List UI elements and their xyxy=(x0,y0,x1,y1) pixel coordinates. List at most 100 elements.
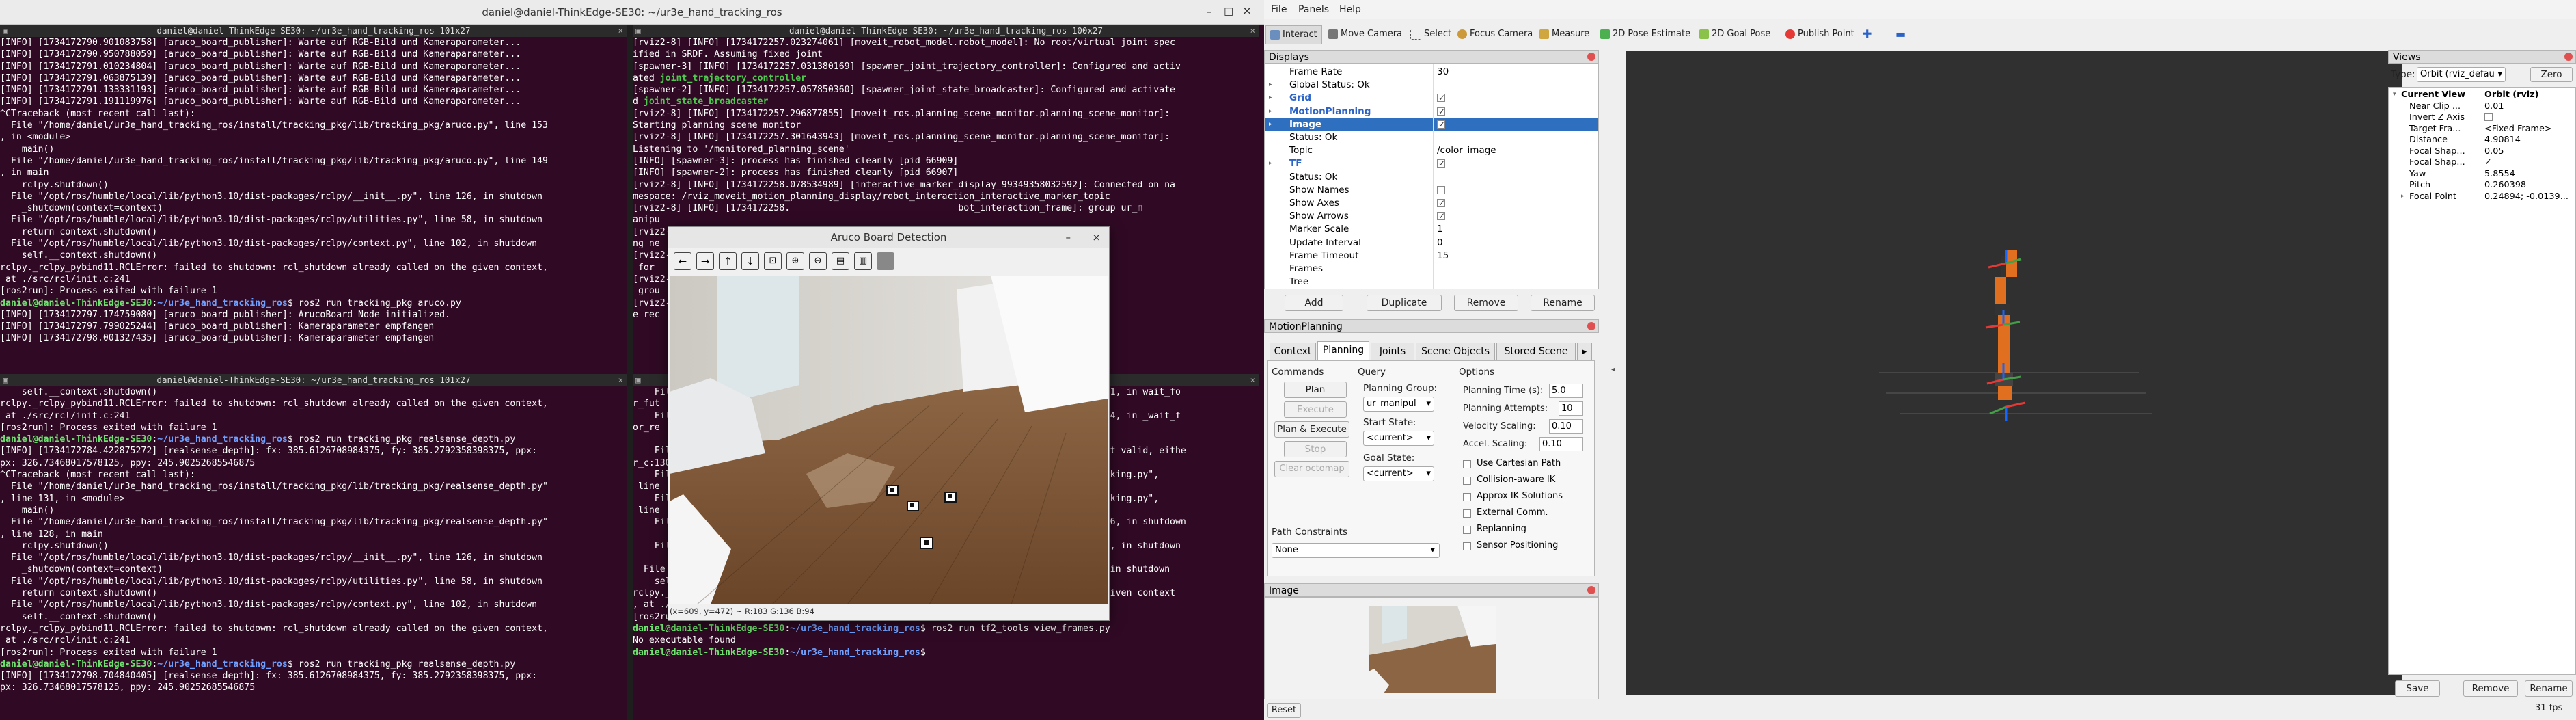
view-row[interactable]: Target Fra... <Fixed Frame> xyxy=(2389,123,2575,135)
close-button[interactable]: × xyxy=(1242,4,1252,18)
save-icon[interactable]: ▤ xyxy=(832,252,849,270)
maximize-button[interactable]: □ xyxy=(1224,5,1233,17)
add-button[interactable]: Add xyxy=(1285,295,1343,311)
display-row[interactable]: Status: Ok xyxy=(1265,171,1598,184)
tool-select[interactable]: Select xyxy=(1410,25,1451,43)
expand-arrow-icon[interactable]: ▸ xyxy=(1269,105,1272,118)
zoom-out-icon[interactable]: ⊖ xyxy=(809,252,827,270)
display-row-value[interactable]: 1 xyxy=(1437,223,1443,236)
expand-arrow-icon[interactable]: ▸ xyxy=(2401,191,2404,202)
display-row[interactable]: Status: Ok xyxy=(1265,131,1598,144)
remove-view-button[interactable]: Remove xyxy=(2463,680,2518,697)
plan-execute-button[interactable]: Plan & Execute xyxy=(1274,421,1349,438)
menu-help[interactable]: Help xyxy=(1339,4,1361,15)
display-checkbox[interactable] xyxy=(1437,197,1445,210)
display-row[interactable]: ▸ Grid xyxy=(1265,92,1598,105)
view-row[interactable]: Pitch 0.260398 xyxy=(2389,179,2575,191)
view-row-value[interactable]: 5.8554 xyxy=(2484,168,2515,180)
option-checkbox[interactable] xyxy=(1463,477,1471,485)
zoom-fit-icon[interactable]: ⊡ xyxy=(764,252,782,270)
tool-measure[interactable]: Measure xyxy=(1539,25,1589,43)
tabs-scroll-right[interactable]: ▸ xyxy=(1577,343,1592,362)
planning-group-select[interactable]: ur_manipul ▾ xyxy=(1363,397,1434,412)
close-icon[interactable]: × xyxy=(1250,25,1255,37)
tool-publish-point[interactable]: Publish Point xyxy=(1785,25,1854,43)
minimize-button[interactable]: – xyxy=(1066,227,1071,248)
display-row[interactable]: ▸ TF xyxy=(1265,157,1598,170)
display-row-value[interactable]: 30 xyxy=(1437,66,1449,79)
close-panel-icon[interactable] xyxy=(2564,53,2573,61)
view-row-value[interactable]: Orbit (rviz) xyxy=(2484,89,2539,101)
close-icon[interactable]: × xyxy=(618,374,623,386)
view-row[interactable]: Yaw 5.8554 xyxy=(2389,168,2575,180)
collapse-arrow-icon[interactable]: ▾ xyxy=(2393,89,2396,101)
display-row[interactable]: Frames xyxy=(1265,263,1598,276)
display-row-value[interactable]: 0 xyxy=(1437,237,1443,250)
zoom-in-icon[interactable]: ⊕ xyxy=(786,252,804,270)
display-row[interactable]: Marker Scale 1 xyxy=(1265,223,1598,236)
left-dock-handle[interactable]: ◂ xyxy=(1611,366,1615,373)
minimize-button[interactable]: – xyxy=(1207,5,1212,18)
display-row[interactable]: Show Arrows xyxy=(1265,210,1598,223)
velocity-scaling-input[interactable]: 0.10 xyxy=(1549,419,1583,434)
view-row[interactable]: ▾ Current View Orbit (rviz) xyxy=(2389,89,2575,101)
remove-button[interactable]: Remove xyxy=(1454,295,1518,311)
display-checkbox[interactable] xyxy=(1437,157,1445,170)
tool-interact[interactable]: Interact xyxy=(1265,25,1322,44)
tab-scene-objects[interactable]: Scene Objects xyxy=(1416,343,1495,360)
option-checkbox[interactable] xyxy=(1463,526,1471,534)
remove-tool-icon[interactable]: ▬ xyxy=(1895,25,1906,43)
option-checkbox[interactable] xyxy=(1463,493,1471,501)
view-row-value[interactable]: 4.90814 xyxy=(2484,134,2521,146)
close-panel-icon[interactable] xyxy=(1587,53,1595,61)
rename-view-button[interactable]: Rename xyxy=(2525,680,2573,697)
menu-panels[interactable]: Panels xyxy=(1298,4,1329,15)
invert-z-checkbox[interactable] xyxy=(2484,113,2493,121)
tab-context[interactable]: Context xyxy=(1270,343,1316,360)
save-view-button[interactable]: Save xyxy=(2395,680,2440,697)
close-panel-icon[interactable] xyxy=(1587,322,1595,330)
tool-2d-goal-pose[interactable]: 2D Goal Pose xyxy=(1699,25,1770,43)
display-row[interactable]: ▸ MotionPlanning xyxy=(1265,105,1598,118)
view-row[interactable]: Near Clip ... 0.01 xyxy=(2389,101,2575,112)
start-state-select[interactable]: <current> ▾ xyxy=(1363,431,1434,446)
path-constraints-select[interactable]: None ▾ xyxy=(1272,543,1440,558)
pan-left-icon[interactable]: ← xyxy=(674,252,691,270)
display-row[interactable]: Frame Rate 30 xyxy=(1265,66,1598,79)
camera-image[interactable] xyxy=(670,276,1108,604)
terminal-top-left[interactable]: ▣ daniel@daniel-ThinkEdge-SE30: ~/ur3e_ha… xyxy=(0,25,627,372)
rename-button[interactable]: Rename xyxy=(1531,295,1595,311)
option-checkbox[interactable] xyxy=(1463,509,1471,518)
clear-octomap-button[interactable]: Clear octomap xyxy=(1274,461,1349,477)
display-row[interactable]: Topic/color_image xyxy=(1265,144,1598,157)
planning-attempts-input[interactable]: 10 xyxy=(1559,401,1583,416)
view-row-value[interactable]: 0.01 xyxy=(2484,101,2504,112)
goal-state-select[interactable]: <current> ▾ xyxy=(1363,466,1434,481)
display-checkbox[interactable] xyxy=(1437,185,1445,194)
close-icon[interactable]: × xyxy=(1250,374,1255,386)
terminal-bottom-left[interactable]: ▣ daniel@daniel-ThinkEdge-SE30: ~/ur3e_ha… xyxy=(0,374,627,720)
expand-arrow-icon[interactable]: ▸ xyxy=(1269,92,1272,105)
view-row-value[interactable]: 0.260398 xyxy=(2484,179,2526,191)
view-row[interactable]: Distance 4.90814 xyxy=(2389,134,2575,146)
expand-arrow-icon[interactable]: ▸ xyxy=(1269,79,1272,92)
tool-move-camera[interactable]: Move Camera xyxy=(1328,25,1402,43)
copy-icon[interactable]: ▥ xyxy=(854,252,872,270)
display-checkbox[interactable] xyxy=(1437,92,1445,105)
pan-down-icon[interactable]: ↓ xyxy=(741,252,759,270)
pan-up-icon[interactable]: ↑ xyxy=(719,252,737,270)
reset-button[interactable]: Reset xyxy=(1267,703,1301,718)
display-row[interactable]: ▸ Image xyxy=(1265,118,1598,131)
expand-arrow-icon[interactable]: ▸ xyxy=(1269,118,1272,131)
pane-divider[interactable] xyxy=(627,25,633,720)
tab-stored-scenes[interactable]: Stored Scene xyxy=(1496,343,1576,360)
view-row-value[interactable]: 0.24894; -0.0139... xyxy=(2484,191,2568,202)
view-row[interactable]: Invert Z Axis xyxy=(2389,111,2575,123)
menu-file[interactable]: File xyxy=(1271,4,1287,15)
display-row[interactable]: Update Interval 0 xyxy=(1265,237,1598,250)
stop-button[interactable]: Stop xyxy=(1284,441,1347,457)
display-row[interactable]: Show Axes xyxy=(1265,197,1598,210)
display-row[interactable]: Tree xyxy=(1265,276,1598,289)
accel-scaling-input[interactable]: 0.10 xyxy=(1539,437,1583,451)
view-row[interactable]: Focal Shap... 0.05 xyxy=(2389,146,2575,157)
